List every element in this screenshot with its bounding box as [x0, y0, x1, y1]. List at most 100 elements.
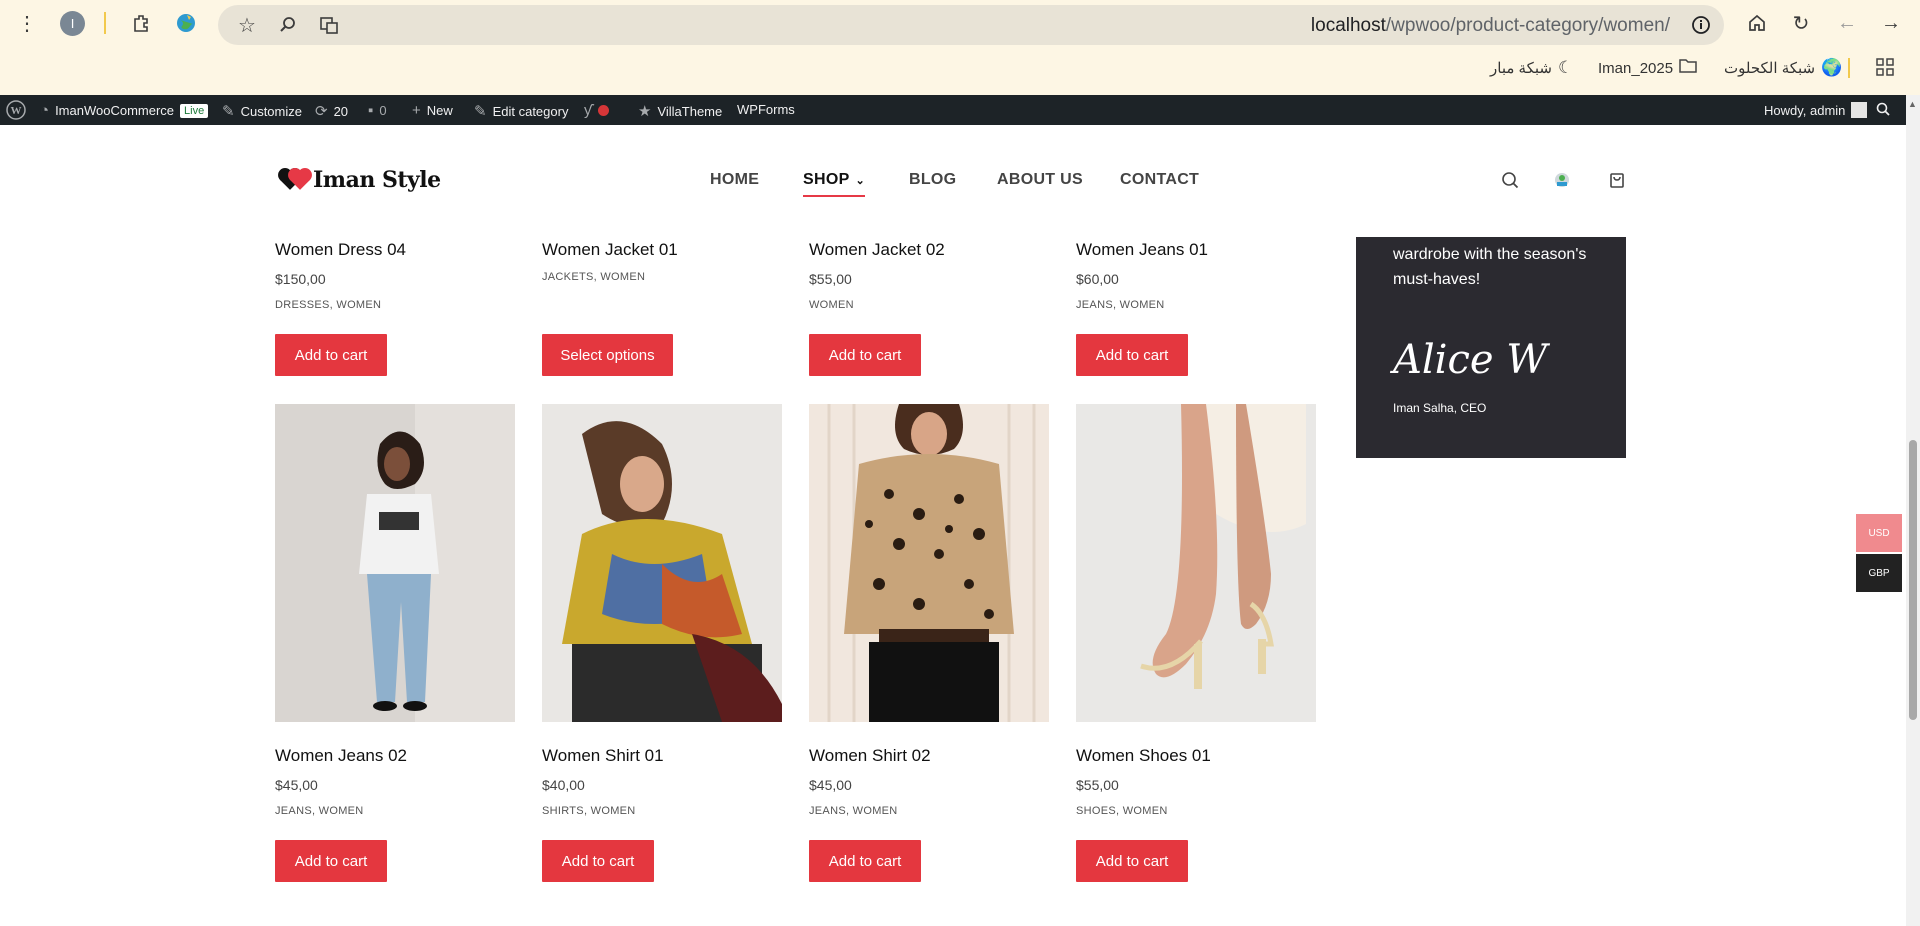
select-options-button[interactable]: Select options: [542, 334, 673, 376]
product-name[interactable]: Women Shoes 01: [1076, 746, 1316, 766]
product-price: $45,00: [275, 777, 318, 793]
product-name[interactable]: Women Shirt 02: [809, 746, 1049, 766]
product-categories[interactable]: SHOES, WOMEN: [1076, 805, 1316, 817]
chevron-down-icon: ⌄: [855, 175, 866, 187]
site-info-icon[interactable]: [1688, 12, 1714, 38]
bookmark-star-icon[interactable]: ☆: [234, 12, 260, 38]
nav-contact[interactable]: CONTACT: [1120, 171, 1199, 189]
translate-icon[interactable]: [316, 12, 342, 38]
bookmark-item[interactable]: شبكة الكحلوت 🌍: [1724, 58, 1842, 78]
globe-icon: 🌍: [1821, 58, 1843, 77]
plus-icon: +: [412, 102, 421, 119]
admin-new[interactable]: + New: [412, 102, 453, 119]
sidebar-testimonial: wardrobe with the season's must-haves! A…: [1356, 237, 1626, 458]
admin-updates[interactable]: ⟳ 20: [315, 102, 348, 120]
signature: Alice W: [1393, 337, 1548, 383]
product-categories[interactable]: SHIRTS, WOMEN: [542, 805, 782, 817]
product-image-shirt-01[interactable]: [542, 404, 782, 722]
cart-icon[interactable]: [1606, 169, 1628, 191]
product-categories[interactable]: JEANS, WOMEN: [809, 805, 1049, 817]
admin-account[interactable]: Howdy, admin: [1764, 102, 1868, 118]
product-price: $60,00: [1076, 271, 1119, 287]
menu-kebab-icon[interactable]: ⋮: [14, 10, 40, 36]
product-image-shoes-01[interactable]: [1076, 404, 1316, 722]
add-to-cart-button[interactable]: Add to cart: [1076, 334, 1188, 376]
forward-arrow-icon[interactable]: →: [1878, 10, 1904, 36]
product-categories[interactable]: JEANS, WOMEN: [275, 805, 515, 817]
nav-shop[interactable]: SHOP ⌄: [803, 171, 866, 197]
edit-category-label: Edit category: [492, 103, 569, 119]
product-card: Women Shirt 01 $40,00 SHIRTS, WOMEN: [542, 746, 782, 817]
product-categories[interactable]: JEANS, WOMEN: [1076, 299, 1316, 311]
admin-edit-category[interactable]: ✎ Edit category: [474, 102, 568, 120]
add-to-cart-button[interactable]: Add to cart: [809, 840, 921, 882]
bookmark-folder[interactable]: Iman_2025: [1598, 58, 1697, 78]
product-categories[interactable]: JACKETS, WOMEN: [542, 271, 782, 283]
dashboard-icon: ◔: [40, 102, 50, 119]
product-card: Women Jeans 02 $45,00 JEANS, WOMEN: [275, 746, 515, 817]
brush-icon: ✎: [222, 103, 235, 120]
admin-search-icon[interactable]: [1876, 102, 1890, 116]
account-icon[interactable]: [1551, 169, 1573, 191]
add-to-cart-button[interactable]: Add to cart: [275, 334, 387, 376]
svg-text:W: W: [11, 105, 22, 117]
zoom-search-icon[interactable]: [275, 12, 301, 38]
admin-seo[interactable]: ƴ: [584, 102, 609, 119]
product-name[interactable]: Women Shirt 01: [542, 746, 782, 766]
admin-customize[interactable]: ✎ Customize: [222, 102, 302, 120]
add-to-cart-button[interactable]: Add to cart: [275, 840, 387, 882]
nav-home[interactable]: HOME: [710, 171, 759, 189]
back-arrow-icon[interactable]: ←: [1834, 10, 1860, 36]
product-image-shirt-02[interactable]: [809, 404, 1049, 722]
product-name[interactable]: Women Jacket 01: [542, 240, 782, 260]
extensions-icon[interactable]: [128, 10, 154, 36]
add-to-cart-button[interactable]: Add to cart: [1076, 840, 1188, 882]
testimonial-text: wardrobe with the season's must-haves!: [1393, 246, 1587, 288]
site-name-label: ImanWooCommerce: [55, 103, 175, 118]
product-card: Women Shoes 01 $55,00 SHOES, WOMEN: [1076, 746, 1316, 817]
brand-name: Iman Style: [313, 167, 441, 193]
product-categories[interactable]: DRESSES, WOMEN: [275, 299, 515, 311]
product-categories[interactable]: WOMEN: [809, 299, 1049, 311]
site-logo[interactable]: Iman Style: [275, 167, 441, 193]
bookmark-item[interactable]: شبكة مبار ☾: [1490, 58, 1573, 78]
address-bar[interactable]: ☆ localhost/wpwoo/product-category/women…: [218, 5, 1724, 45]
home-icon[interactable]: [1744, 10, 1770, 36]
product-image-jeans-02[interactable]: [275, 404, 515, 722]
admin-comments[interactable]: ▪ 0: [368, 102, 387, 119]
admin-wpforms[interactable]: WPForms: [737, 102, 795, 117]
currency-gbp[interactable]: GBP: [1856, 554, 1902, 592]
hearts-logo-icon: [275, 169, 310, 191]
url-text[interactable]: localhost/wpwoo/product-category/women/: [1311, 15, 1670, 37]
wordpress-logo-icon[interactable]: W: [6, 100, 26, 120]
currency-usd[interactable]: USD: [1856, 514, 1902, 552]
reload-icon[interactable]: ↻: [1788, 10, 1814, 36]
avatar: [1851, 102, 1868, 118]
nav-blog[interactable]: BLOG: [909, 171, 956, 189]
product-price: $150,00: [275, 271, 326, 287]
product-name[interactable]: Women Jeans 02: [275, 746, 515, 766]
product-name[interactable]: Women Dress 04: [275, 240, 515, 260]
apps-grid-icon[interactable]: [1876, 58, 1894, 76]
admin-villatheme[interactable]: ★ VillaTheme: [638, 102, 722, 120]
folder-icon: [1679, 58, 1697, 78]
customize-label: Customize: [240, 103, 302, 119]
page-scrollbar[interactable]: ▲: [1906, 95, 1920, 926]
product-card: Women Jacket 02 $55,00 WOMEN: [809, 240, 1049, 311]
updates-count: 20: [333, 103, 349, 119]
admin-site-name[interactable]: ◔ ImanWooCommerce Live: [40, 102, 209, 119]
comments-count: 0: [379, 103, 387, 118]
profile-avatar[interactable]: I: [60, 11, 85, 36]
globe-extension-icon[interactable]: [173, 10, 199, 36]
search-icon[interactable]: [1499, 169, 1521, 191]
nav-about[interactable]: ABOUT US: [997, 171, 1083, 189]
product-name[interactable]: Women Jeans 01: [1076, 240, 1316, 260]
yoast-icon: ƴ: [584, 102, 592, 119]
product-name[interactable]: Women Jacket 02: [809, 240, 1049, 260]
live-badge: Live: [180, 103, 209, 118]
browser-toolbar: ⋮ I ☆ localhost/wpwoo/product-category/w…: [0, 0, 1920, 46]
scrollbar-thumb[interactable]: [1909, 440, 1917, 720]
add-to-cart-button[interactable]: Add to cart: [809, 334, 921, 376]
add-to-cart-button[interactable]: Add to cart: [542, 840, 654, 882]
scroll-up-icon[interactable]: ▲: [1908, 99, 1917, 109]
